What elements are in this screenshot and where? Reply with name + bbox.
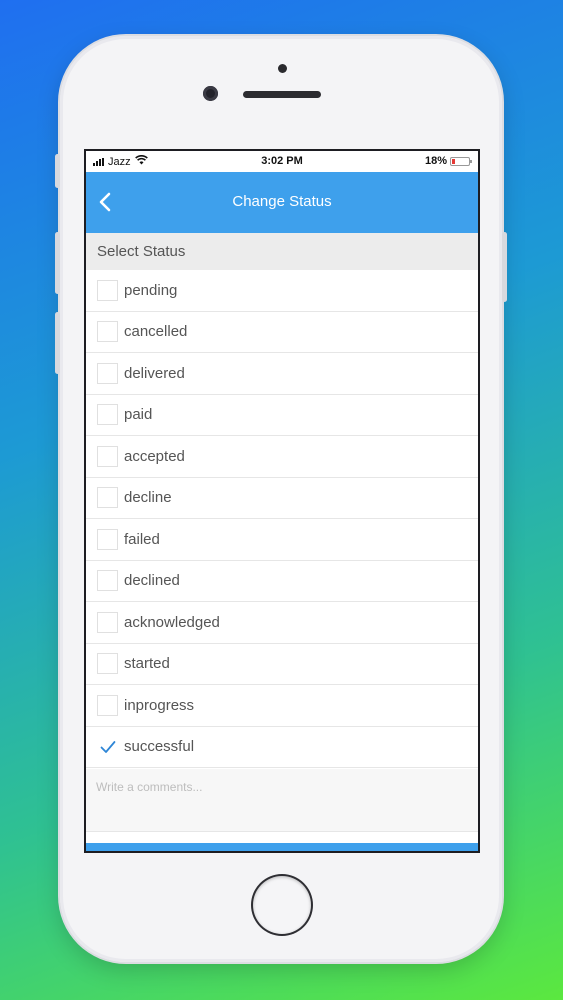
status-checkbox[interactable] <box>97 487 118 509</box>
status-option-acknowledged[interactable]: acknowledged <box>86 602 478 644</box>
status-option-decline[interactable]: decline <box>86 477 478 519</box>
status-label: decline <box>124 489 172 507</box>
status-checkbox[interactable] <box>97 445 118 467</box>
nav-bar: Change Status <box>86 172 478 233</box>
status-checkbox[interactable] <box>97 611 118 633</box>
status-checkbox[interactable] <box>97 694 118 716</box>
status-label: accepted <box>124 447 185 465</box>
status-checkbox[interactable] <box>97 404 118 426</box>
status-checkbox[interactable] <box>97 362 118 384</box>
comment-input[interactable] <box>86 769 478 831</box>
status-checkbox[interactable] <box>97 528 118 550</box>
status-option-cancelled[interactable]: cancelled <box>86 311 478 353</box>
status-checkbox[interactable] <box>97 653 118 675</box>
status-label: inprogress <box>124 696 195 714</box>
clock: 3:02 PM <box>261 155 303 167</box>
status-checkbox[interactable] <box>97 279 118 301</box>
comment-area <box>86 769 478 832</box>
status-label: cancelled <box>124 323 188 341</box>
status-checkbox[interactable] <box>97 736 118 757</box>
status-option-started[interactable]: started <box>86 643 478 685</box>
app-screen: Jazz 3:02 PM 18% Change Status Select St… <box>86 151 478 851</box>
status-option-declined[interactable]: declined <box>86 560 478 602</box>
volume-down-button <box>55 312 60 374</box>
status-checkbox[interactable] <box>97 321 118 343</box>
status-bar: Jazz 3:02 PM 18% <box>86 151 478 172</box>
battery-percent: 18% <box>424 155 447 167</box>
volume-up-button <box>55 232 60 294</box>
power-button <box>502 232 507 302</box>
status-option-pending[interactable]: pending <box>86 270 478 312</box>
status-label: failed <box>124 530 160 548</box>
status-label: declined <box>124 572 180 590</box>
status-label: delivered <box>124 364 185 382</box>
status-option-successful[interactable]: successful <box>86 726 478 768</box>
front-camera <box>203 86 218 101</box>
status-option-accepted[interactable]: accepted <box>86 436 478 478</box>
status-label: pending <box>124 281 178 299</box>
proximity-sensor <box>278 64 287 73</box>
battery-icon <box>450 156 472 166</box>
checkmark-icon <box>100 741 116 754</box>
status-option-delivered[interactable]: delivered <box>86 353 478 395</box>
status-list: pending cancelled delivered paid accepted dec… <box>86 270 478 768</box>
status-label: paid <box>124 406 153 424</box>
section-header: Select Status <box>86 233 478 270</box>
home-button[interactable] <box>253 876 311 934</box>
status-option-failed[interactable]: failed <box>86 519 478 561</box>
status-label: successful <box>124 738 195 756</box>
page-title: Change Status <box>232 193 332 210</box>
status-option-inprogress[interactable]: inprogress <box>86 685 478 727</box>
status-option-paid[interactable]: paid <box>86 394 478 436</box>
submit-bar[interactable] <box>86 843 478 851</box>
status-label: started <box>124 655 170 673</box>
status-label: acknowledged <box>124 613 220 631</box>
status-checkbox[interactable] <box>97 570 118 592</box>
mute-switch <box>55 154 60 188</box>
earpiece-speaker <box>243 91 321 98</box>
